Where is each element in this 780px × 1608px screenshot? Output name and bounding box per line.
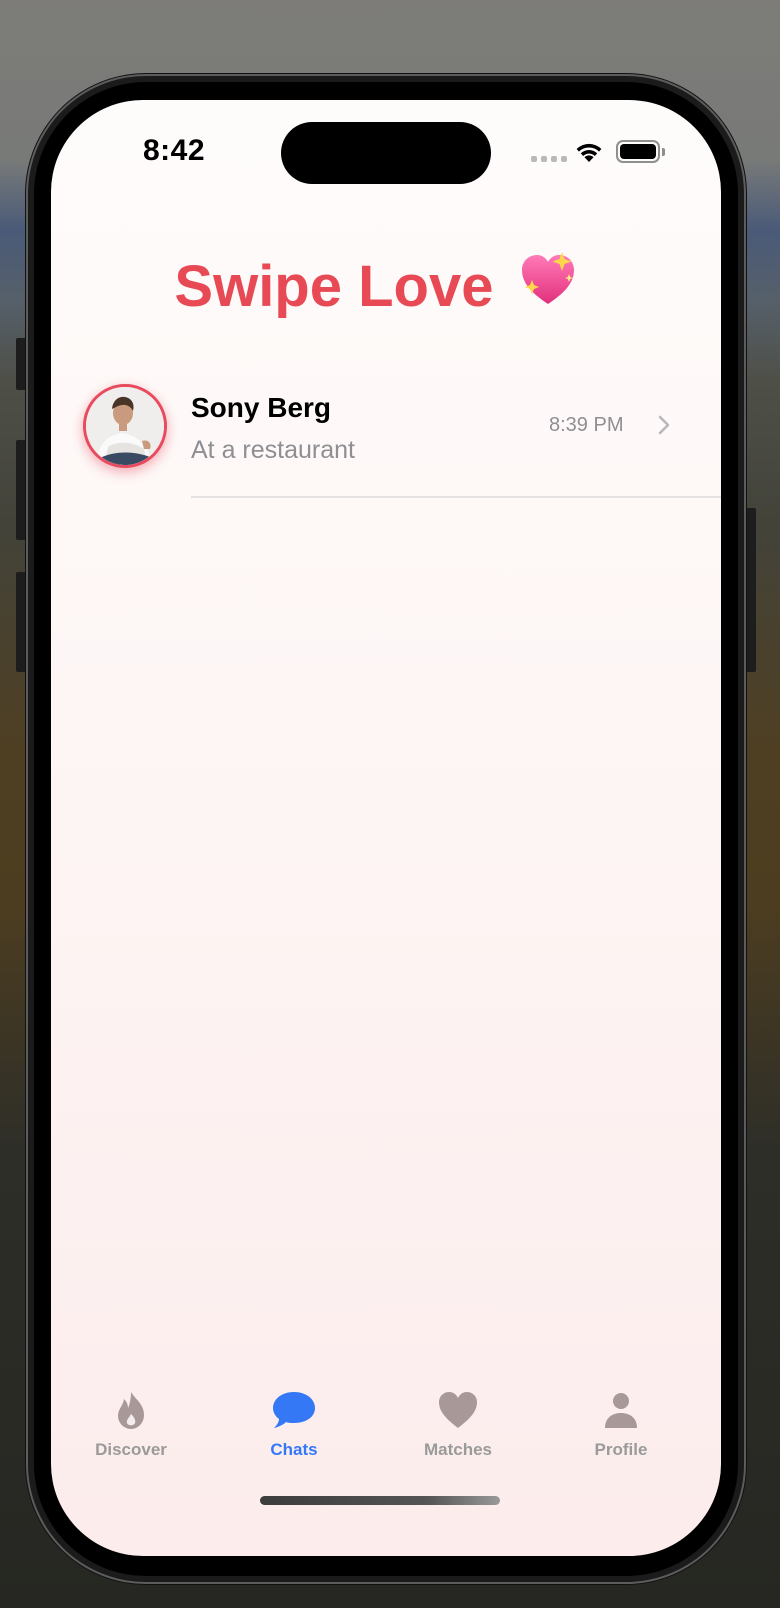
battery-cap [662,148,665,156]
dynamic-island [281,122,491,184]
tab-chats[interactable]: Chats [234,1386,354,1476]
tab-profile[interactable]: Profile [561,1386,681,1476]
flame-icon [118,1392,144,1429]
tab-label: Chats [270,1440,318,1459]
tab-matches[interactable]: Matches [398,1386,518,1476]
home-indicator[interactable] [260,1496,500,1505]
avatar-photo [86,387,164,465]
tab-bar: Discover Chats Matches Profile [51,1386,721,1476]
app-title-text: Swipe Love [174,254,494,319]
volume-up-button [16,440,26,540]
silent-switch [16,338,26,390]
chat-row[interactable]: Sony Berg At a restaurant 8:39 PM [51,380,721,500]
cellular-signal-icon [531,156,567,162]
tab-label: Discover [95,1440,167,1459]
tab-label: Profile [594,1440,648,1459]
battery-icon [616,140,660,163]
chevron-right-icon [658,415,670,435]
app-title: Swipe Love [51,250,701,320]
last-message-preview: At a restaurant [191,436,355,464]
tab-discover[interactable]: Discover [71,1386,191,1476]
sparkling-heart-icon [521,252,574,304]
app-screen: 8:42 Swipe Love Sony Berg At a restauran… [51,100,721,1556]
status-time: 8:42 [143,134,206,167]
tab-label: Matches [423,1440,493,1459]
message-timestamp: 8:39 PM [549,414,624,436]
person-icon [605,1393,637,1428]
volume-down-button [16,572,26,672]
heart-icon [439,1392,477,1428]
row-divider [191,496,721,498]
avatar [83,384,167,468]
wifi-icon [576,143,602,162]
contact-name: Sony Berg [191,392,332,423]
power-button [746,508,756,672]
chat-bubble-icon [273,1392,315,1428]
